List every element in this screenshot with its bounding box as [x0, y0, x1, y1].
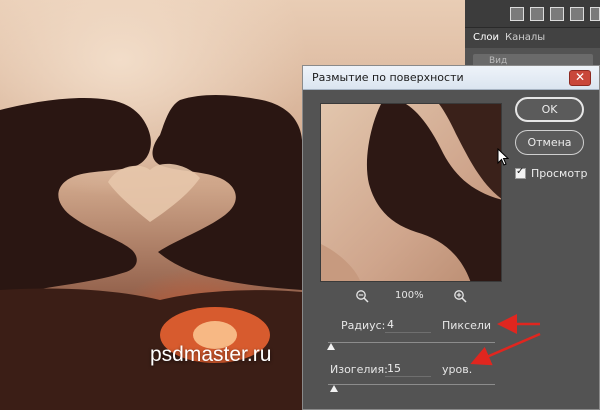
watermark: psdmaster.ru	[150, 343, 272, 366]
tool-button-3[interactable]	[550, 7, 564, 21]
preview-checkbox[interactable]	[515, 166, 526, 179]
dialog-title: Размытие по поверхности	[312, 71, 464, 84]
radius-slider[interactable]	[328, 342, 495, 343]
threshold-unit: уров.	[442, 363, 473, 376]
zoom-controls: 100%	[355, 289, 475, 305]
panel-toolbar	[465, 0, 600, 28]
tool-button-5[interactable]	[590, 7, 600, 21]
tool-button-4[interactable]	[570, 7, 584, 21]
tool-button-1[interactable]	[510, 7, 524, 21]
preview-thumbnail[interactable]	[320, 103, 502, 282]
zoom-out-icon[interactable]	[355, 289, 369, 303]
surface-blur-dialog: Размытие по поверхности ✕ 100% OK Отмена…	[302, 65, 600, 410]
zoom-level: 100%	[395, 290, 424, 301]
tab-layers[interactable]: Слои	[473, 32, 499, 43]
zoom-in-icon[interactable]	[453, 289, 467, 303]
preview-label: Просмотр	[531, 167, 588, 180]
tool-button-2[interactable]	[530, 7, 544, 21]
cancel-button[interactable]: Отмена	[515, 130, 584, 155]
radius-input[interactable]: 4	[385, 317, 431, 333]
radius-slider-thumb[interactable]	[327, 343, 335, 350]
radius-unit: Пиксели	[442, 319, 492, 332]
close-button[interactable]: ✕	[569, 70, 591, 86]
ok-button[interactable]: OK	[515, 97, 584, 122]
threshold-label: Изогелия:	[330, 363, 388, 376]
close-icon: ✕	[574, 70, 586, 84]
dialog-titlebar[interactable]: Размытие по поверхности ✕	[303, 66, 599, 90]
mouse-cursor-icon	[497, 148, 509, 166]
threshold-slider[interactable]	[328, 384, 495, 385]
threshold-slider-thumb[interactable]	[330, 385, 338, 392]
threshold-input[interactable]: 15	[385, 361, 431, 377]
tab-channels[interactable]: Каналы	[505, 32, 545, 43]
panel-tabs: Слои Каналы	[465, 28, 600, 48]
radius-label: Радиус:	[341, 319, 386, 332]
preview-image	[321, 104, 501, 281]
